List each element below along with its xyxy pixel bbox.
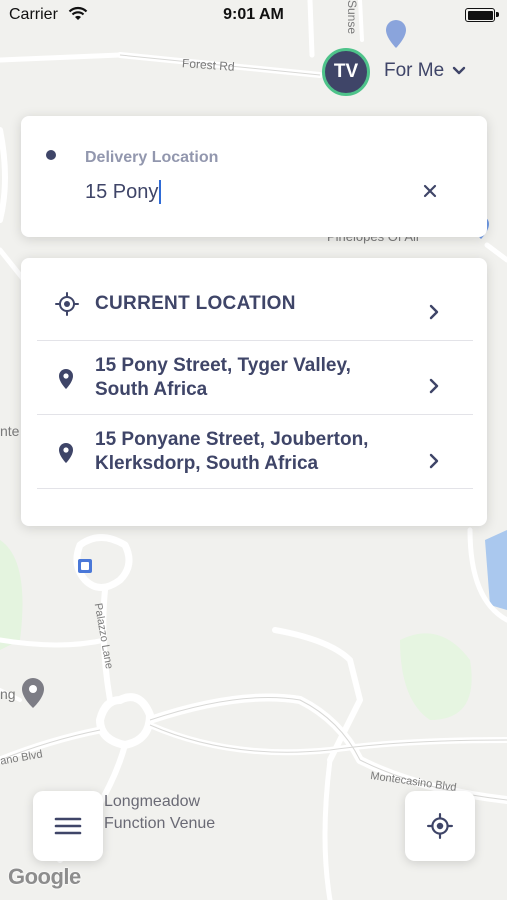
recipient-label: For Me (384, 60, 445, 81)
clear-search-button[interactable] (419, 180, 441, 202)
suggestion-address-line1: 15 Pony Street, Tyger Valley, (95, 355, 351, 376)
chevron-right-icon (429, 453, 439, 469)
map-label-left-ng: ng (0, 686, 16, 702)
map-label-longmeadow-line2: Function Venue (104, 815, 216, 832)
location-suggestions-list: CURRENT LOCATION 15 Pony Street, Tyger V… (21, 258, 487, 526)
delivery-location-input-text: 15 Pony (85, 180, 159, 203)
suggestion-address: 15 Ponyane Street, Jouberton, Klerksdorp… (95, 428, 417, 476)
suggestion-address-line1: 15 Ponyane Street, Jouberton, (95, 429, 369, 450)
suggestion-address-line2: South Africa (95, 379, 208, 400)
map-pin-icon (59, 443, 73, 463)
status-bar: Carrier 9:01 AM (0, 0, 507, 32)
suggestion-item[interactable]: 15 Pony Street, Tyger Valley, South Afri… (37, 341, 473, 415)
map-label-longmeadow: Longmeadow Function Venue (104, 791, 215, 835)
google-attribution[interactable]: Google (8, 864, 81, 890)
suggestion-address-line2: Klerksdorp, South Africa (95, 453, 319, 474)
map-pin-icon (59, 369, 73, 389)
user-avatar[interactable]: TV (322, 48, 370, 96)
text-cursor (159, 180, 162, 204)
current-location-label: CURRENT LOCATION (95, 293, 296, 314)
close-icon (423, 184, 437, 198)
delivery-location-label: Delivery Location (85, 149, 219, 166)
my-location-icon (55, 292, 79, 316)
hamburger-menu-icon (54, 817, 82, 835)
location-dot-icon (46, 150, 56, 160)
chevron-down-icon (452, 66, 466, 75)
suggestion-item[interactable]: 15 Ponyane Street, Jouberton, Klerksdorp… (37, 415, 473, 489)
suggestion-address: 15 Pony Street, Tyger Valley, South Afri… (95, 354, 417, 402)
map-label-left-nte: nte (0, 423, 20, 439)
bus-stop-marker[interactable] (78, 559, 92, 573)
recipient-selector[interactable]: For Me (384, 60, 466, 82)
chevron-right-icon (429, 378, 439, 394)
battery-icon (465, 8, 499, 22)
menu-button[interactable] (33, 791, 103, 861)
delivery-location-input[interactable]: 15 Pony (85, 180, 162, 204)
locate-me-button[interactable] (405, 791, 475, 861)
chevron-right-icon (429, 304, 439, 320)
my-location-icon (427, 813, 453, 839)
map-label-longmeadow-line1: Longmeadow (104, 793, 201, 810)
current-location-option[interactable]: CURRENT LOCATION (37, 268, 473, 341)
status-time: 9:01 AM (223, 6, 284, 23)
delivery-location-card: Delivery Location 15 Pony (21, 116, 487, 237)
